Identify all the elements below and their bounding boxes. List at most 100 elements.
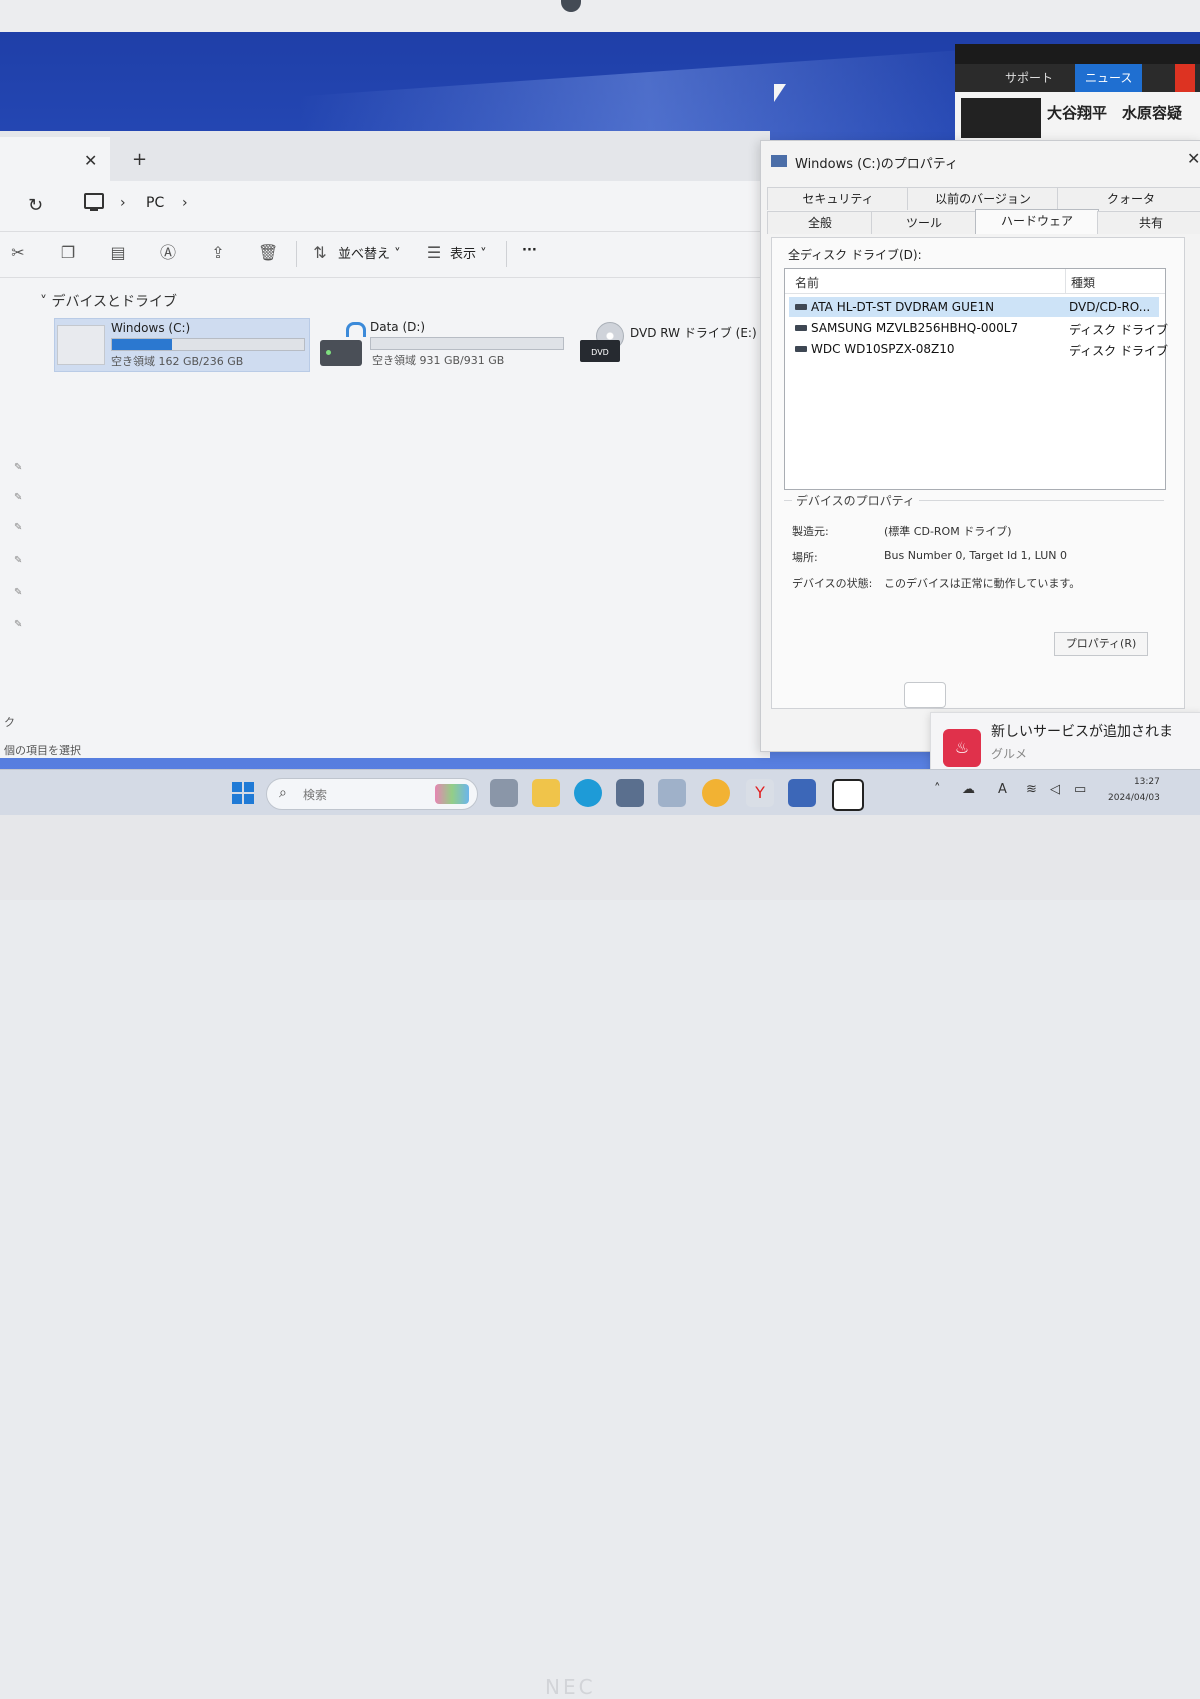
view-button[interactable]: 表示 ˅ xyxy=(450,243,487,262)
drive-usage-fill xyxy=(112,339,172,350)
close-tab-icon[interactable]: ✕ xyxy=(84,151,97,170)
search-icon: ⌕ xyxy=(279,785,287,801)
drive-name: DVD RW ドライブ (E:) xyxy=(630,326,757,340)
search-highlight-icon xyxy=(435,784,469,804)
column-name[interactable]: 名前 xyxy=(795,274,819,291)
address-field[interactable] xyxy=(100,189,740,223)
pin-icon[interactable]: ✎ xyxy=(14,492,22,503)
app-icon[interactable] xyxy=(702,779,730,807)
start-button[interactable] xyxy=(232,782,254,804)
tab-sharing[interactable]: 共有 xyxy=(1097,211,1200,234)
view-icon[interactable]: ☰ xyxy=(424,243,444,263)
restaurant-icon: ♨ xyxy=(943,729,981,767)
news-tabbar: サポート ニュース xyxy=(955,64,1200,92)
refresh-icon[interactable]: ↻ xyxy=(28,195,43,216)
drive-icon xyxy=(795,325,807,331)
windows-drive-icon xyxy=(57,325,105,365)
copy-icon[interactable]: ❐ xyxy=(58,243,78,263)
explorer-tab[interactable]: ✕ xyxy=(0,137,110,181)
dvd-label: DVD xyxy=(580,340,620,362)
hardware-panel: 全ディスク ドライブ(D): 名前 種類 ATA HL-DT-ST DVDRAM… xyxy=(771,237,1185,709)
list-item[interactable]: WDC WD10SPZX-08Z10 ディスク ドライブ xyxy=(789,339,1168,359)
tab-general[interactable]: 全般 xyxy=(767,211,873,234)
volume-icon[interactable]: ◁ xyxy=(1050,782,1060,797)
pin-icon[interactable]: ✎ xyxy=(14,462,22,473)
breadcrumb-pc[interactable]: PC xyxy=(146,195,164,211)
tab-row-1: セキュリティ 以前のバージョン クォータ xyxy=(767,187,1200,210)
tab-quota[interactable]: クォータ xyxy=(1057,187,1200,210)
clock[interactable]: 13:27 2024/04/03 xyxy=(1108,774,1160,806)
news-headline[interactable]: 大谷翔平 水原容疑 xyxy=(1047,102,1182,123)
news-tab-news[interactable]: ニュース xyxy=(1075,64,1143,92)
taskbar-search[interactable]: ⌕ 検索 xyxy=(266,778,478,810)
wifi-icon[interactable]: ≋ xyxy=(1026,782,1037,797)
tab-tools[interactable]: ツール xyxy=(871,211,977,234)
share-icon[interactable]: ⇪ xyxy=(208,243,228,263)
device-name: ATA HL-DT-ST DVDRAM GUE1N xyxy=(811,300,995,314)
pin-icon[interactable]: ✎ xyxy=(14,619,22,630)
navigation-pane[interactable]: ✎ ✎ ✎ ✎ ✎ ✎ xyxy=(0,277,46,697)
drive-d[interactable]: Data (D:) 空き領域 931 GB/931 GB xyxy=(318,318,568,370)
breadcrumb-chevron[interactable]: › xyxy=(120,195,126,211)
news-body: 大谷翔平 水原容疑 xyxy=(955,92,1200,140)
pin-icon[interactable]: ✎ xyxy=(14,587,22,598)
task-view-icon[interactable] xyxy=(490,779,518,807)
ok-button[interactable] xyxy=(904,682,946,708)
tab-hardware[interactable]: ハードウェア xyxy=(975,209,1099,234)
tab-previous-versions[interactable]: 以前のバージョン xyxy=(907,187,1059,210)
battery-icon[interactable]: ▭ xyxy=(1074,782,1086,797)
breadcrumb-chevron[interactable]: › xyxy=(182,195,188,211)
file-explorer-window: ✕ + ↻ › PC › ✂ ❐ ▤ Ⓐ ⇪ 🗑 ⇅ 並べ替え ˅ ☰ 表示 ˅… xyxy=(0,131,770,758)
rename-icon[interactable]: Ⓐ xyxy=(158,243,178,263)
list-header: 名前 種類 xyxy=(785,269,1165,294)
app-icon[interactable]: Y xyxy=(746,779,774,807)
device-properties-button[interactable]: プロパティ(R) xyxy=(1054,632,1148,656)
clock-time: 13:27 xyxy=(1133,777,1160,787)
webcam xyxy=(561,0,581,12)
edge-icon[interactable] xyxy=(574,779,602,807)
news-window[interactable]: サポート ニュース 大谷翔平 水原容疑 xyxy=(955,44,1200,140)
hard-drive-icon xyxy=(320,340,362,366)
column-divider[interactable] xyxy=(1065,269,1066,293)
address-bar-row: ↻ › PC › xyxy=(0,181,770,232)
windows-logo-icon xyxy=(244,782,254,792)
news-tab-support[interactable]: サポート xyxy=(995,64,1063,92)
drive-e[interactable]: DVD DVD RW ドライブ (E:) xyxy=(578,318,758,370)
list-item[interactable]: SAMSUNG MZVLB256HBHQ-000L7 ディスク ドライブ xyxy=(789,318,1168,338)
view-label: 表示 xyxy=(450,247,477,262)
cloud-icon[interactable]: ☁ xyxy=(962,782,975,797)
sort-icon[interactable]: ⇅ xyxy=(310,243,330,263)
toolbar-divider xyxy=(506,241,507,267)
close-icon[interactable]: ✕ xyxy=(1187,149,1200,168)
tab-row-2: 全般 ツール ハードウェア 共有 xyxy=(767,209,1200,234)
ime-indicator[interactable]: A xyxy=(998,782,1007,797)
sort-button[interactable]: 並べ替え ˅ xyxy=(338,243,401,262)
delete-icon[interactable]: 🗑 xyxy=(258,243,278,263)
tab-security[interactable]: セキュリティ xyxy=(767,187,909,210)
status-selection: 個の項目を選択 xyxy=(4,744,81,757)
manufacturer-label: 製造元: xyxy=(792,525,829,538)
file-explorer-icon[interactable] xyxy=(532,779,560,807)
app-icon[interactable] xyxy=(832,779,864,811)
clock-date: 2024/04/03 xyxy=(1108,793,1160,803)
column-type[interactable]: 種類 xyxy=(1071,274,1095,291)
office-icon[interactable] xyxy=(788,779,816,807)
drive-c[interactable]: Windows (C:) 空き領域 162 GB/236 GB xyxy=(54,318,310,372)
list-item[interactable]: ATA HL-DT-ST DVDRAM GUE1N DVD/CD-RO... xyxy=(789,297,1159,317)
pin-icon[interactable]: ✎ xyxy=(14,555,22,566)
news-thumbnail[interactable] xyxy=(961,98,1041,138)
taskbar: ⌕ 検索 Y ˄ ☁ A ≋ ◁ ▭ 13:27 2024/04/03 xyxy=(0,769,1200,815)
store-icon[interactable] xyxy=(616,779,644,807)
cut-icon[interactable]: ✂ xyxy=(8,243,28,263)
app-icon[interactable] xyxy=(658,779,686,807)
pin-icon[interactable]: ✎ xyxy=(14,522,22,533)
section-devices-drives[interactable]: ˅ デバイスとドライブ xyxy=(40,291,177,311)
more-options-button[interactable]: ··· xyxy=(522,243,537,258)
news-tab-extra[interactable] xyxy=(1175,64,1195,92)
paste-icon[interactable]: ▤ xyxy=(108,243,128,263)
new-tab-icon[interactable]: + xyxy=(132,149,147,170)
chevron-up-icon[interactable]: ˄ xyxy=(934,782,941,797)
dialog-title: Windows (C:)のプロパティ xyxy=(795,157,958,172)
brand-logo: NEC xyxy=(545,1675,596,1699)
disk-drive-list[interactable]: 名前 種類 ATA HL-DT-ST DVDRAM GUE1N DVD/CD-R… xyxy=(784,268,1168,490)
